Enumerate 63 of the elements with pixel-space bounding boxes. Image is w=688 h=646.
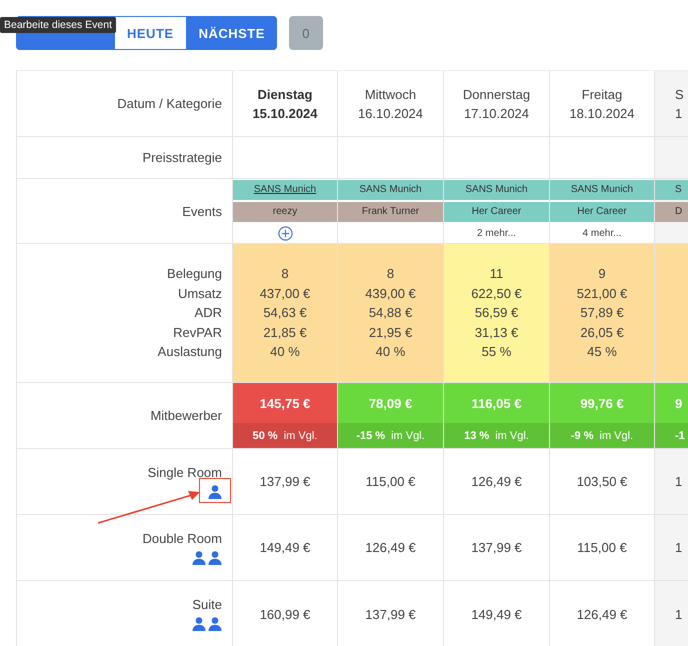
row-label: Mitbewerber xyxy=(150,408,222,423)
stat-value: 9 xyxy=(598,266,606,282)
room-name: Single Room xyxy=(148,464,222,480)
stat-value: 21,95 € xyxy=(368,324,412,340)
weekday-text: Mittwoch xyxy=(364,86,416,102)
stat-value: 40 % xyxy=(270,344,300,360)
date-text: 17.10.2024 xyxy=(464,106,530,120)
room-price: 103,50 € xyxy=(576,474,628,489)
room-price: 126,49 € xyxy=(576,606,628,622)
stat-value: 21,85 € xyxy=(263,324,307,340)
stat-value: 622,50 € xyxy=(471,286,522,301)
room-price: 137,99 € xyxy=(260,474,310,489)
stat-value: 8 xyxy=(386,266,394,282)
tooltip: Bearbeite dieses Event xyxy=(0,17,116,33)
date-text: 15.10.2024 xyxy=(252,106,318,120)
weekday-text: Dienstag xyxy=(258,86,312,102)
room-price: 126,49 € xyxy=(365,540,416,555)
competitor-diff: 13 % im Vgl. xyxy=(444,423,549,448)
stat-label: RevPAR xyxy=(173,324,222,342)
stat-value: 55 % xyxy=(482,344,512,360)
row-label: Events xyxy=(182,204,222,218)
stat-value: 437,00 € xyxy=(260,286,310,301)
stat-value: 45 % xyxy=(587,344,617,360)
stat-value: 11 xyxy=(490,266,504,282)
weekday-text: S xyxy=(675,86,684,102)
stat-label: Umsatz xyxy=(178,284,222,303)
stat-value: 56,59 € xyxy=(474,305,518,320)
room-price: 1 xyxy=(675,540,682,555)
stat-value: 57,89 € xyxy=(580,305,624,320)
room-price: 137,99 € xyxy=(471,540,522,555)
stat-value: 439,00 € xyxy=(365,286,416,301)
stat-value: 31,13 € xyxy=(474,324,518,340)
stat-label: Auslastung xyxy=(158,343,222,362)
row-label: Preisstrategie xyxy=(142,150,222,165)
stat-label: ADR xyxy=(194,304,222,322)
room-price: 115,00 € xyxy=(577,540,627,555)
stat-value: 54,63 € xyxy=(263,305,307,320)
date-text: 1 xyxy=(675,106,682,120)
date-text: 18.10.2024 xyxy=(569,106,635,120)
header-label: Datum / Kategorie xyxy=(117,96,222,111)
room-price: 1 xyxy=(675,606,682,622)
room-price: 160,99 € xyxy=(260,606,310,622)
stat-value: 54,88 € xyxy=(368,305,412,320)
stat-value: 8 xyxy=(281,266,289,282)
stat-value: 40 % xyxy=(376,344,406,360)
room-price: 126,49 € xyxy=(471,474,522,489)
room-name: Suite xyxy=(192,597,222,612)
room-price: 115,00 € xyxy=(366,474,416,489)
stat-value: 26,05 € xyxy=(580,324,624,340)
competitor-diff: -9 % im Vgl. xyxy=(550,423,654,448)
date-text: 16.10.2024 xyxy=(358,106,424,120)
stat-value: 521,00 € xyxy=(576,286,628,301)
room-price: 149,49 € xyxy=(260,540,310,555)
room-price: 149,49 € xyxy=(471,606,522,622)
competitor-diff: -15 % im Vgl. xyxy=(338,423,443,448)
room-name: Double Room xyxy=(142,530,222,546)
room-price: 137,99 € xyxy=(365,606,416,622)
weekday-text: Freitag xyxy=(582,86,622,102)
competitor-diff: 50 % im Vgl. xyxy=(233,423,337,448)
room-price: 1 xyxy=(675,474,682,489)
stat-label: Belegung xyxy=(167,265,222,284)
competitor-diff: -1 xyxy=(655,423,688,448)
weekday-text: Donnerstag xyxy=(462,86,530,102)
